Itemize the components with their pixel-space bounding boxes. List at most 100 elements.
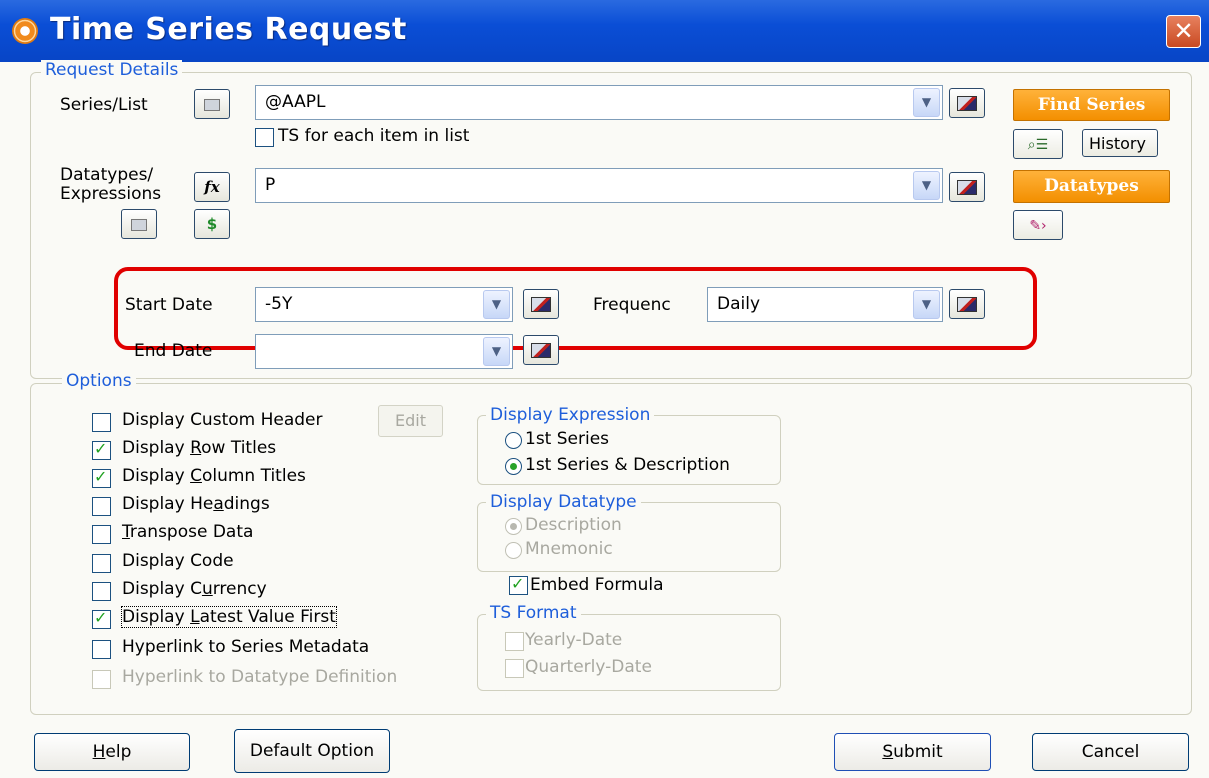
display-headings-label-post: dings bbox=[223, 494, 270, 514]
display-currency-checkbox[interactable] bbox=[92, 582, 111, 601]
datatypes-edit-button[interactable] bbox=[121, 209, 157, 239]
radio-1st-series-description[interactable] bbox=[505, 458, 522, 475]
help-button-rest: elp bbox=[105, 742, 132, 762]
series-list-value: @AAPL bbox=[265, 92, 326, 112]
display-code-checkbox[interactable] bbox=[92, 554, 111, 573]
display-currency-label-pre: Display C bbox=[122, 579, 202, 599]
quarterly-date-label: Quarterly-Date bbox=[525, 657, 652, 677]
display-row-titles-checkbox[interactable] bbox=[92, 439, 111, 460]
series-edit-button[interactable] bbox=[194, 89, 230, 119]
hyperlink-series-metadata-label: Hyperlink to Series Metadata bbox=[122, 637, 370, 657]
radio-description[interactable] bbox=[505, 518, 522, 535]
submit-button-accel: S bbox=[882, 742, 894, 762]
display-latest-value-first-label: Display Latest Value First bbox=[121, 606, 337, 628]
radio-description-label: Description bbox=[525, 515, 622, 535]
display-currency-label-accel: u bbox=[201, 579, 213, 599]
display-row-titles-label-pre: Display bbox=[122, 438, 191, 458]
series-list-combo[interactable]: @AAPL ▼ bbox=[255, 85, 943, 120]
edit-header-button[interactable]: Edit bbox=[378, 405, 443, 437]
cancel-button[interactable]: Cancel bbox=[1032, 733, 1189, 771]
window-title: Time Series Request bbox=[50, 12, 407, 47]
series-list-label: Series/List bbox=[60, 95, 148, 115]
search-list-icon: ⌕☰ bbox=[1027, 137, 1049, 153]
ts-each-item-label: TS for each item in list bbox=[278, 126, 470, 146]
display-custom-header-checkbox[interactable] bbox=[92, 413, 111, 432]
datatypes-lookup-button[interactable] bbox=[949, 172, 985, 202]
help-button[interactable]: Help bbox=[34, 733, 190, 771]
request-details-legend: Request Details bbox=[41, 60, 183, 80]
ts-format-legend: TS Format bbox=[486, 603, 581, 623]
display-custom-header-label: Display Custom Header bbox=[122, 410, 323, 430]
submit-button-rest: ubmit bbox=[893, 742, 943, 762]
datatypes-label-line1: Datatypes/ bbox=[60, 165, 154, 185]
radio-1st-series-description-label: 1st Series & Description bbox=[525, 455, 730, 475]
display-latest-value-first-checkbox[interactable] bbox=[92, 608, 111, 629]
default-option-button[interactable]: Default Option bbox=[234, 729, 390, 773]
expression-icon: ✎› bbox=[1029, 218, 1047, 234]
submit-button[interactable]: Submit bbox=[834, 733, 991, 771]
history-button[interactable]: History bbox=[1082, 129, 1158, 157]
end-date-combo[interactable]: ▼ bbox=[255, 334, 513, 369]
radio-mnemonic-label: Mnemonic bbox=[525, 539, 613, 559]
currency-button[interactable]: $ bbox=[194, 209, 230, 239]
function-button[interactable]: fx bbox=[194, 172, 230, 202]
hyperlink-datatype-definition-checkbox[interactable] bbox=[92, 670, 111, 689]
expression-builder-button[interactable]: ✎› bbox=[1013, 210, 1063, 240]
datatypes-value: P bbox=[265, 175, 276, 195]
display-currency-label: Display Currency bbox=[122, 579, 267, 599]
display-column-titles-label-pre: Display bbox=[122, 466, 191, 486]
datatypes-button[interactable]: Datatypes bbox=[1013, 170, 1170, 203]
display-row-titles-label: Display Row Titles bbox=[122, 438, 276, 458]
datatypes-label-line2: Expressions bbox=[60, 184, 162, 204]
help-button-accel: H bbox=[92, 742, 106, 762]
end-date-label: End Date bbox=[134, 341, 213, 361]
radio-1st-series[interactable] bbox=[505, 432, 522, 449]
display-headings-checkbox[interactable] bbox=[92, 497, 111, 516]
title-bar: Time Series Request ✕ bbox=[0, 0, 1209, 63]
display-latest-value-first-label-post: atest Value First bbox=[199, 607, 336, 627]
chevron-down-icon[interactable]: ▼ bbox=[483, 337, 510, 366]
datatypes-label: Datatypes/ Expressions bbox=[60, 166, 161, 204]
display-column-titles-label-post: olumn Titles bbox=[201, 466, 306, 486]
hyperlink-series-metadata-checkbox[interactable] bbox=[92, 640, 111, 659]
display-row-titles-label-post: ow Titles bbox=[201, 438, 277, 458]
series-lookup-button[interactable] bbox=[949, 88, 985, 118]
embed-formula-checkbox[interactable] bbox=[509, 574, 528, 595]
display-currency-label-post: rrency bbox=[212, 579, 267, 599]
lookup-icon bbox=[957, 96, 977, 111]
display-column-titles-checkbox[interactable] bbox=[92, 467, 111, 488]
chevron-down-icon[interactable]: ▼ bbox=[913, 88, 940, 117]
display-latest-value-first-label-accel: L bbox=[190, 607, 200, 627]
edit-list-icon bbox=[204, 99, 220, 111]
radio-1st-series-label: 1st Series bbox=[525, 429, 610, 449]
display-headings-label-accel: a bbox=[213, 494, 224, 514]
edit-list-icon bbox=[131, 219, 147, 231]
transpose-data-checkbox[interactable] bbox=[92, 525, 111, 544]
transpose-data-label: Transpose Data bbox=[122, 522, 253, 542]
series-search-button[interactable]: ⌕☰ bbox=[1013, 129, 1063, 159]
radio-mnemonic[interactable] bbox=[505, 542, 522, 559]
ts-each-item-checkbox[interactable] bbox=[255, 128, 274, 147]
transpose-data-label-post: ranspose Data bbox=[129, 522, 254, 542]
app-logo-icon bbox=[12, 18, 38, 44]
options-legend: Options bbox=[62, 371, 136, 391]
chevron-down-icon[interactable]: ▼ bbox=[913, 171, 940, 200]
display-row-titles-label-accel: R bbox=[190, 438, 202, 458]
display-headings-label-pre: Display He bbox=[122, 494, 214, 514]
display-column-titles-label-accel: C bbox=[190, 466, 202, 486]
datatypes-combo[interactable]: P ▼ bbox=[255, 168, 943, 203]
highlight-annotation bbox=[114, 267, 1037, 350]
embed-formula-label: Embed Formula bbox=[530, 575, 664, 595]
yearly-date-label: Yearly-Date bbox=[525, 630, 623, 650]
yearly-date-checkbox[interactable] bbox=[505, 632, 524, 651]
find-series-button[interactable]: Find Series bbox=[1013, 89, 1170, 121]
transpose-data-label-accel: T bbox=[122, 522, 130, 542]
display-expression-legend: Display Expression bbox=[486, 405, 655, 425]
close-button[interactable]: ✕ bbox=[1166, 15, 1201, 48]
lookup-icon bbox=[531, 343, 551, 358]
display-latest-value-first-label-pre: Display bbox=[122, 607, 191, 627]
quarterly-date-checkbox[interactable] bbox=[505, 659, 524, 678]
display-column-titles-label: Display Column Titles bbox=[122, 466, 306, 486]
end-date-lookup-button[interactable] bbox=[523, 335, 559, 365]
display-datatype-legend: Display Datatype bbox=[486, 492, 641, 512]
